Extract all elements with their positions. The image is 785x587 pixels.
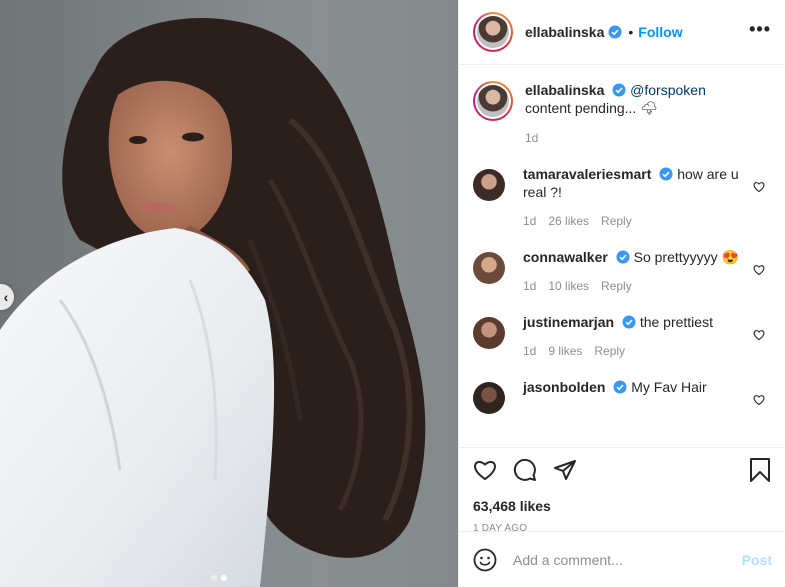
carousel-dots xyxy=(211,575,227,581)
heart-icon[interactable] xyxy=(473,458,497,482)
heart-icon[interactable] xyxy=(753,329,765,341)
heart-icon[interactable] xyxy=(753,394,765,406)
reply-button[interactable]: Reply xyxy=(601,279,632,293)
bookmark-icon[interactable] xyxy=(749,458,771,482)
comment-avatar[interactable] xyxy=(473,169,505,201)
verified-icon xyxy=(622,315,636,329)
comment-composer: Post xyxy=(459,531,785,587)
caption: ellabalinska @forspoken content pending.… xyxy=(473,81,771,145)
comment-input[interactable] xyxy=(513,551,742,568)
comment-avatar[interactable] xyxy=(473,317,505,349)
separator: • xyxy=(628,24,634,40)
carousel-dot-active xyxy=(221,575,227,581)
verified-icon xyxy=(612,83,626,97)
chevron-left-icon: ‹ xyxy=(3,289,9,305)
reply-button[interactable]: Reply xyxy=(601,214,632,228)
comment-item: justinemarjan the prettiest 1d 9 likes R… xyxy=(473,313,771,358)
verified-icon xyxy=(608,25,622,39)
comment-likes[interactable]: 9 likes xyxy=(548,344,582,358)
comment-text: the prettiest xyxy=(639,314,713,330)
comment-username[interactable]: justinemarjan xyxy=(523,314,614,330)
comments-list: ellabalinska @forspoken content pending.… xyxy=(459,65,785,447)
reply-button[interactable]: Reply xyxy=(594,344,625,358)
comment-age[interactable]: 1d xyxy=(523,279,536,293)
post-side-panel: ellabalinska • Follow ••• ellabalinska @… xyxy=(458,0,785,587)
post-header: ellabalinska • Follow ••• xyxy=(459,0,785,65)
comment-text: So prettyyyyy 😍 xyxy=(633,249,739,265)
comment-username[interactable]: jasonbolden xyxy=(523,379,605,395)
verified-icon xyxy=(616,250,630,264)
caption-mention[interactable]: @forspoken xyxy=(630,82,706,98)
comment-avatar[interactable] xyxy=(473,382,505,414)
comment-item: connawalker So prettyyyyy 😍 1d 10 likes … xyxy=(473,248,771,293)
verified-icon xyxy=(613,380,627,394)
author-username[interactable]: ellabalinska xyxy=(525,24,604,40)
author-avatar[interactable] xyxy=(473,12,513,52)
comment-item: jasonbolden My Fav Hair xyxy=(473,378,771,414)
caption-avatar[interactable] xyxy=(473,81,513,121)
comment-likes[interactable]: 10 likes xyxy=(548,279,589,293)
caption-text: content pending... 🌩 xyxy=(525,100,658,116)
comment-icon[interactable] xyxy=(513,458,537,482)
likes-count[interactable]: 63,468 likes xyxy=(473,498,771,514)
comment-text: My Fav Hair xyxy=(631,379,707,395)
instagram-post: ‹ ellabalinska • Follow ••• ellabalinska… xyxy=(0,0,785,587)
caption-age[interactable]: 1d xyxy=(525,131,538,145)
caption-username[interactable]: ellabalinska xyxy=(525,82,604,98)
verified-icon xyxy=(659,167,673,181)
emoji-icon[interactable] xyxy=(473,548,497,572)
comment-username[interactable]: tamaravaleriesmart xyxy=(523,166,651,182)
heart-icon[interactable] xyxy=(753,181,765,193)
post-photo[interactable]: ‹ xyxy=(0,0,458,587)
comment-avatar[interactable] xyxy=(473,252,505,284)
follow-button[interactable]: Follow xyxy=(638,24,682,40)
portrait-image xyxy=(0,17,426,587)
carousel-dot xyxy=(211,575,217,581)
heart-icon[interactable] xyxy=(753,264,765,276)
share-icon[interactable] xyxy=(553,458,577,482)
more-icon[interactable]: ••• xyxy=(749,19,771,46)
comment-likes[interactable]: 26 likes xyxy=(548,214,589,228)
post-comment-button[interactable]: Post xyxy=(742,552,772,568)
comment-age[interactable]: 1d xyxy=(523,214,536,228)
comment-item: tamaravaleriesmart how are u real ?! 1d … xyxy=(473,165,771,228)
comment-age[interactable]: 1d xyxy=(523,344,536,358)
comment-username[interactable]: connawalker xyxy=(523,249,608,265)
